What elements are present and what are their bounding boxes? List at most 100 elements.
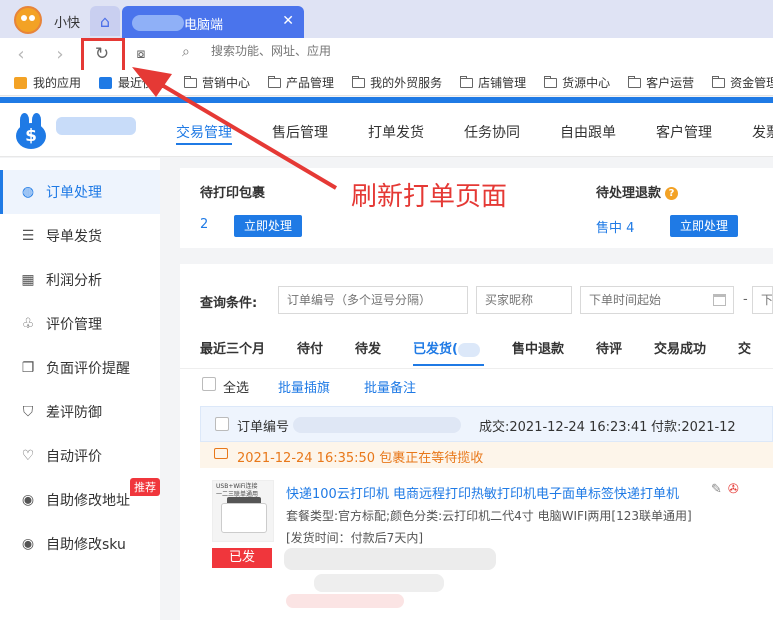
tab-success[interactable]: 交易成功 (654, 336, 706, 368)
sidebar-item-orders[interactable]: ◍ 订单处理 (0, 170, 160, 214)
query-label: 查询条件: (200, 296, 258, 311)
brand-name-redacted (56, 117, 136, 135)
app-logo-icon[interactable] (14, 6, 42, 34)
pending-refund-count[interactable]: 售中 4 (596, 217, 634, 236)
folder-icon (184, 75, 198, 88)
sidebar-item-import[interactable]: ☰ 导单发货 (0, 214, 160, 258)
address-input[interactable] (211, 44, 511, 58)
heart-icon: ♡ (21, 448, 35, 464)
buyer-info-redacted (284, 548, 496, 570)
apps-icon (14, 76, 27, 89)
sidebar-item-edit-sku[interactable]: ◉ 自助修改sku (0, 522, 160, 566)
alert-icon: ❐ (21, 360, 35, 376)
bookmark-products[interactable]: 产品管理 (268, 74, 334, 91)
buyer-nickname-input[interactable] (476, 286, 572, 314)
status-tabs: 最近三个月 待付 待发 已发货( 售中退款 待评 交易成功 交 (200, 336, 773, 368)
bookmark-marketing[interactable]: 营销中心 (184, 74, 250, 91)
sidebar: ◍ 订单处理 ☰ 导单发货 ▦ 利润分析 ♧ 评价管理 ❐ 负面评价提醒 ⛉ 差评防御 ♡ 自… (0, 158, 160, 620)
location-icon: ◉ (21, 536, 35, 552)
pending-print-count[interactable]: 2 (200, 217, 208, 232)
topnav-shipping[interactable]: 打单发货 (368, 103, 424, 157)
batch-flag-button[interactable]: 批量插旗 (278, 377, 330, 396)
pending-refund-label: 待处理退款? (596, 182, 679, 201)
select-all-checkbox[interactable] (202, 377, 216, 391)
order-time-end-input[interactable] (752, 286, 773, 314)
batch-note-button[interactable]: 批量备注 (364, 377, 416, 396)
bookmark-shop[interactable]: 店铺管理 (460, 74, 526, 91)
bookmark-funds[interactable]: 资金管理 (712, 74, 773, 91)
screenshot-button[interactable]: ⧇ (131, 42, 151, 66)
product-ship-time: [发货时间：付款后7天内] (286, 531, 423, 545)
sidebar-item-reviews[interactable]: ♧ 评价管理 (0, 302, 160, 346)
close-icon[interactable]: ✕ (282, 13, 294, 29)
app-header: $ 交易管理 售后管理 打单发货 任务协同 自由跟单 客户管理 发票 (0, 103, 773, 157)
bookmarks-bar: 我的应用 最近使用 营销中心 产品管理 我的外贸服务 店铺管理 货源中心 客户运… (0, 70, 773, 96)
product-sku: 套餐类型:官方标配;颜色分类:云打印机二代4寸 电脑WIFI两用[123联单通用… (286, 509, 692, 523)
home-tab[interactable]: ⌂ (90, 6, 120, 36)
review-icon: ♧ (21, 316, 35, 332)
tab-pending-review[interactable]: 待评 (596, 336, 622, 368)
title-bar: 小快 ⌂ 电脑端 ✕ (0, 0, 773, 38)
order-list-card: 查询条件: - 最近三个月 待付 待发 已发货( 售中退款 待评 交易成功 交 … (180, 264, 773, 620)
product-image[interactable]: USB+WiFi连接 一二三联单通用 (212, 480, 274, 542)
shipped-status-tag: 已发 (212, 548, 272, 568)
topnav-aftersale[interactable]: 售后管理 (272, 103, 328, 157)
process-refund-button[interactable]: 立即处理 (670, 215, 739, 237)
sidebar-item-edit-address[interactable]: ◉ 自助修改地址 推荐 (0, 478, 160, 522)
sidebar-item-auto-review[interactable]: ♡ 自动评价 (0, 434, 160, 478)
package-status-text: 2021-12-24 16:35:50 包裹正在等待揽收 (237, 451, 484, 466)
import-icon: ☰ (21, 228, 35, 244)
sidebar-item-profit[interactable]: ▦ 利润分析 (0, 258, 160, 302)
buyer-info-redacted (314, 574, 444, 592)
calendar-icon (713, 294, 726, 306)
back-button[interactable]: ‹ (9, 42, 33, 66)
search-icon: ⌕ (182, 44, 190, 60)
bookmark-customer-ops[interactable]: 客户运营 (628, 74, 694, 91)
folder-icon (460, 75, 474, 88)
range-dash: - (743, 292, 748, 307)
bookmark-my-apps[interactable]: 我的应用 (14, 74, 81, 91)
tab-pending-ship[interactable]: 待发 (355, 336, 381, 368)
topnav-customers[interactable]: 客户管理 (656, 103, 712, 157)
sidebar-item-defense[interactable]: ⛉ 差评防御 (0, 390, 160, 434)
topnav-trade[interactable]: 交易管理 (176, 103, 232, 157)
folder-icon (352, 75, 366, 88)
recent-icon (99, 76, 113, 89)
shield-icon: ⛉ (22, 404, 34, 420)
price-redacted (286, 594, 404, 608)
recommend-badge: 推荐 (130, 478, 160, 496)
order-checkbox[interactable] (215, 417, 229, 431)
topnav-tasks[interactable]: 任务协同 (464, 103, 520, 157)
bookmark-sourcing[interactable]: 货源中心 (544, 74, 610, 91)
bookmark-recent[interactable]: 最近使用 (99, 74, 166, 91)
tab-recent-three-months[interactable]: 最近三个月 (200, 336, 265, 368)
process-print-button[interactable]: 立即处理 (234, 215, 303, 237)
tab-redacted (132, 15, 184, 31)
brand-logo-icon[interactable]: $ (14, 113, 48, 149)
screenshot-icon: ⧇ (136, 46, 146, 62)
folder-icon (544, 75, 558, 88)
sidebar-item-negative-alert[interactable]: ❐ 负面评价提醒 (0, 346, 160, 390)
bookmark-trade-services[interactable]: 我的外贸服务 (352, 74, 442, 91)
order-time-start-input[interactable] (580, 286, 734, 314)
order-number-input[interactable] (278, 286, 468, 314)
active-tab[interactable]: 电脑端 ✕ (122, 6, 304, 38)
order-header-row: 订单编号 成交:2021-12-24 16:23:41 付款:2021-12 (200, 406, 773, 442)
forward-button[interactable]: › (48, 42, 72, 66)
tab-shipped[interactable]: 已发货( (413, 336, 484, 368)
tab-more[interactable]: 交 (738, 336, 751, 368)
help-icon[interactable]: ? (665, 187, 679, 200)
flag-icon[interactable]: ✇ (728, 482, 739, 497)
annotation-text: 刷新打单页面 (351, 182, 508, 212)
pay-time: 付款:2021-12 (651, 420, 736, 435)
tab-pending-pay[interactable]: 待付 (297, 336, 323, 368)
tab-refund[interactable]: 售中退款 (512, 336, 564, 368)
folder-icon (268, 75, 282, 88)
product-title-link[interactable]: 快递100云打印机 电商远程打印热敏打印机电子面单标签快递打单机 (286, 483, 679, 502)
truck-icon (214, 448, 228, 459)
topnav-tracking[interactable]: 自由跟单 (560, 103, 616, 157)
order-icon: ◍ (21, 184, 35, 200)
edit-icon[interactable]: ✎ (711, 482, 722, 497)
topnav-invoice[interactable]: 发票 (752, 103, 773, 157)
top-nav: 交易管理 售后管理 打单发货 任务协同 自由跟单 客户管理 发票 (176, 103, 773, 157)
